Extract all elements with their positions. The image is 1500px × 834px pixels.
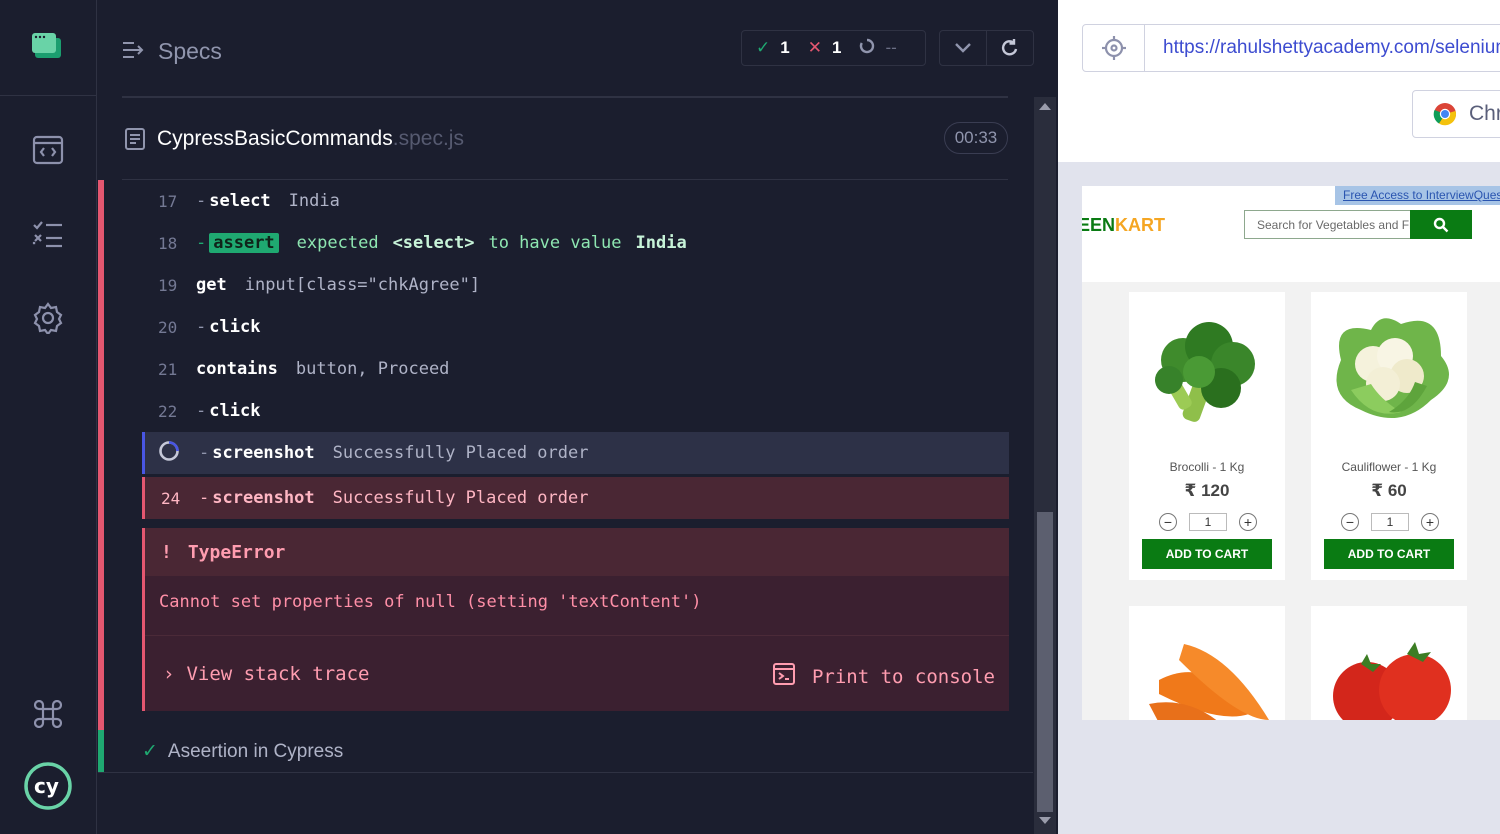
browser-selector[interactable]: Chr (1412, 90, 1500, 138)
settings-gear-icon[interactable] (30, 300, 66, 336)
scroll-up-arrow-icon[interactable] (1039, 103, 1051, 110)
product-price: ₹ 120 (1184, 481, 1230, 500)
command-row-running[interactable]: - screenshot Successfully Placed order (142, 432, 1009, 474)
keyboard-shortcuts-icon[interactable] (30, 696, 66, 732)
reporter-header: Specs ✓ 1 ✕ 1 -- (98, 0, 1058, 97)
aut-iframe: Free Access to InterviewQues EENKART Sea… (1082, 186, 1500, 720)
error-icon: ! (161, 541, 172, 563)
spinner-icon (859, 38, 875, 59)
chevron-right-icon: › (163, 663, 175, 685)
aut-header: https://rahulshettyacademy.com/seleniumP… (1058, 0, 1500, 162)
chevron-down-icon (954, 43, 971, 53)
command-log-reporter: Specs ✓ 1 ✕ 1 -- CypressBasicCommands.sp… (98, 0, 1058, 834)
command-row[interactable]: 21 contains button, Proceed (142, 348, 1009, 390)
command-row[interactable]: 20 - click (142, 306, 1009, 348)
site-search-input[interactable]: Search for Vegetables and Fruits (1244, 210, 1412, 239)
quantity-input[interactable]: 1 (1189, 513, 1227, 531)
error-panel: ! TypeError Cannot set properties of nul… (142, 528, 1009, 711)
passed-test-indicator (98, 730, 104, 772)
failed-count: ✕ 1 (807, 38, 842, 57)
product-name: Brocolli - 1 Kg (1169, 460, 1245, 474)
broccoli-image (1155, 322, 1255, 422)
spec-header: CypressBasicCommands.spec.js 00:33 (122, 98, 1008, 180)
quantity-input[interactable]: 1 (1371, 513, 1409, 531)
site-header: Free Access to InterviewQues EENKART Sea… (1082, 186, 1500, 282)
url-bar[interactable]: https://rahulshettyacademy.com/seleniumP… (1082, 24, 1500, 72)
runnable-area: 17 - select India 18 - assert expected <… (98, 180, 1033, 774)
run-controls (939, 30, 1034, 66)
collapse-button[interactable] (940, 31, 987, 65)
carrot-image (1149, 644, 1269, 720)
add-to-cart-button[interactable]: ADD TO CART (1324, 539, 1454, 569)
tomato-image (1333, 642, 1451, 720)
increment-button[interactable]: + (1421, 513, 1439, 531)
scroll-down-arrow-icon[interactable] (1039, 817, 1051, 824)
app-under-test-panel: https://rahulshettyacademy.com/seleniumP… (1058, 0, 1500, 834)
decrement-button[interactable]: − (1341, 513, 1359, 531)
side-nav: cy (0, 0, 97, 834)
pending-count: -- (859, 38, 897, 59)
error-actions: › View stack trace Print to console (145, 636, 1009, 713)
command-row-failed[interactable]: 24 - screenshot Successfully Placed orde… (142, 477, 1009, 519)
increment-button[interactable]: + (1239, 513, 1257, 531)
error-message: Cannot set properties of null (setting '… (159, 592, 702, 612)
runs-icon[interactable] (30, 132, 66, 168)
specs-title[interactable]: Specs (158, 38, 222, 65)
terminal-icon (772, 662, 796, 691)
free-access-link[interactable]: Free Access to InterviewQues (1335, 186, 1500, 205)
passed-count: ✓ 1 (756, 38, 790, 57)
scrollbar-thumb[interactable] (1037, 512, 1053, 812)
reporter-scrollbar[interactable] (1034, 97, 1056, 834)
error-type: TypeError (187, 541, 286, 563)
aut-url[interactable]: https://rahulshettyacademy.com/seleniumP… (1163, 37, 1500, 59)
failed-test-indicator (98, 180, 104, 730)
svg-text:cy: cy (34, 774, 59, 798)
check-icon: ✓ (756, 38, 771, 57)
document-icon (124, 127, 146, 156)
check-icon: ✓ (142, 741, 158, 762)
test-stats: ✓ 1 ✕ 1 -- (741, 30, 926, 66)
spec-duration: 00:33 (944, 122, 1008, 154)
command-row[interactable]: 18 - assert expected <select> to have va… (142, 222, 1009, 264)
specs-menu-icon[interactable] (122, 40, 146, 65)
crosshair-icon (1101, 36, 1126, 60)
rerun-button[interactable] (987, 31, 1034, 65)
error-header: ! TypeError (145, 528, 1009, 576)
product-card (1129, 606, 1285, 720)
command-row[interactable]: 22 - click (142, 390, 1009, 432)
specs-list-icon[interactable] (30, 216, 66, 252)
quantity-stepper: − 1 + (1341, 512, 1439, 532)
product-card: Brocolli - 1 Kg ₹ 120 − 1 + ADD TO CART (1129, 292, 1285, 580)
view-stack-trace-button[interactable]: › View stack trace (163, 663, 369, 685)
test-title-passed[interactable]: ✓ Aseertion in Cypress (142, 740, 343, 763)
refresh-icon (1001, 39, 1017, 56)
cypress-logo-icon[interactable]: cy (23, 760, 73, 812)
quantity-stepper: − 1 + (1159, 512, 1257, 532)
selector-playground-button[interactable] (1083, 25, 1145, 71)
product-card (1311, 606, 1467, 720)
app-logo-icon[interactable] (31, 32, 63, 60)
search-icon (1433, 217, 1449, 232)
x-icon: ✕ (807, 38, 822, 57)
loading-spinner-icon (145, 440, 199, 466)
site-brand-logo[interactable]: EENKART (1082, 215, 1165, 236)
site-search-button[interactable] (1410, 210, 1472, 239)
product-name: Cauliflower - 1 Kg (1341, 460, 1437, 474)
command-row[interactable]: 17 - select India (142, 180, 1009, 222)
command-list: 17 - select India 18 - assert expected <… (142, 180, 1009, 519)
chrome-icon (1433, 103, 1457, 126)
spec-filename[interactable]: CypressBasicCommands.spec.js (157, 127, 464, 151)
decrement-button[interactable]: − (1159, 513, 1177, 531)
product-card: Cauliflower - 1 Kg ₹ 60 − 1 + ADD TO CAR… (1311, 292, 1467, 580)
cauliflower-image (1336, 318, 1449, 418)
add-to-cart-button[interactable]: ADD TO CART (1142, 539, 1272, 569)
print-to-console-button[interactable]: Print to console (772, 662, 995, 691)
command-row[interactable]: 19 get input[class="chkAgree"] (142, 264, 1009, 306)
product-price: ₹ 60 (1371, 481, 1407, 500)
